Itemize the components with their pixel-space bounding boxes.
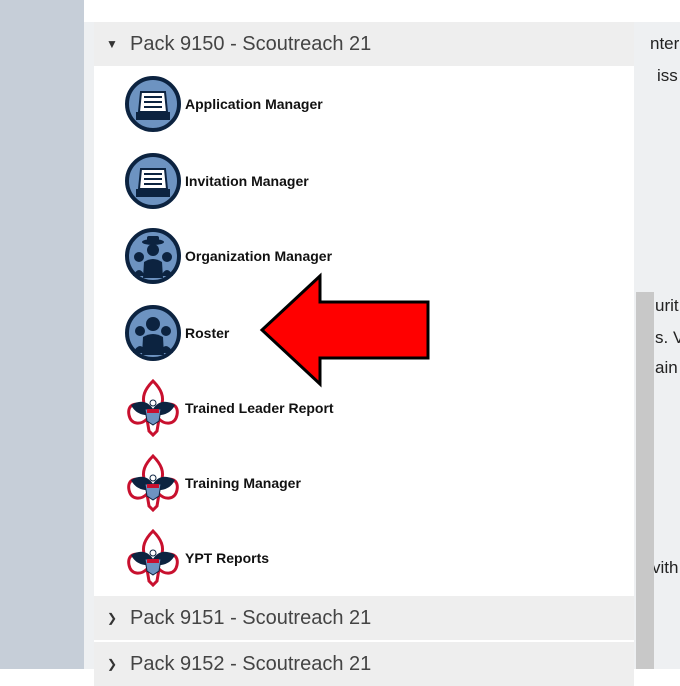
background-text: iss: [657, 66, 678, 85]
pack-name: Pack 9150 - Scoutreach 21: [130, 32, 372, 55]
background-text: vith: [652, 558, 679, 577]
menu-item-ypt-reports[interactable]: YPT Reports: [125, 528, 269, 588]
menu-item-invitation-manager[interactable]: Invitation Manager: [125, 151, 309, 211]
menu-item-application-manager[interactable]: Application Manager: [125, 74, 323, 134]
background-text: s. V: [655, 328, 680, 347]
bsa-emblem-icon: [127, 379, 179, 437]
background-text: urit: [655, 296, 679, 315]
chevron-right-icon: ❯: [106, 611, 118, 625]
background-text: ain: [655, 358, 678, 377]
menu-item-label: Trained Leader Report: [185, 400, 334, 416]
bsa-emblem-icon: [127, 454, 179, 512]
bsa-emblem-icon: [127, 529, 179, 587]
menu-item-training-manager[interactable]: Training Manager: [125, 453, 301, 513]
top-strip: [84, 0, 680, 22]
pack-name: Pack 9152 - Scoutreach 21: [130, 652, 372, 675]
pack-header-expanded[interactable]: ▼ Pack 9150 - Scoutreach 21: [94, 22, 634, 66]
background-text: nter: [650, 34, 680, 53]
invitation-manager-icon: [125, 153, 181, 209]
menu-item-label: Application Manager: [185, 96, 323, 112]
scrollbar[interactable]: [636, 292, 654, 669]
menu-item-roster[interactable]: Roster: [125, 303, 229, 363]
organization-manager-icon: [125, 228, 181, 284]
roster-icon: [125, 305, 181, 361]
red-arrow-annotation: [259, 272, 430, 388]
menu-item-label: Organization Manager: [185, 248, 333, 264]
application-manager-icon: [125, 76, 181, 132]
menu-item-label: Invitation Manager: [185, 173, 309, 189]
menu-item-label: Training Manager: [185, 475, 301, 491]
pack-header-collapsed[interactable]: ❯ Pack 9152 - Scoutreach 21: [94, 642, 634, 686]
menu-item-label: YPT Reports: [185, 550, 270, 566]
menu-item-label: Roster: [185, 325, 230, 341]
chevron-down-icon: ▼: [106, 37, 118, 51]
pack-name: Pack 9151 - Scoutreach 21: [130, 606, 372, 629]
left-gutter: [0, 0, 84, 669]
pack-header-collapsed[interactable]: ❯ Pack 9151 - Scoutreach 21: [94, 596, 634, 640]
